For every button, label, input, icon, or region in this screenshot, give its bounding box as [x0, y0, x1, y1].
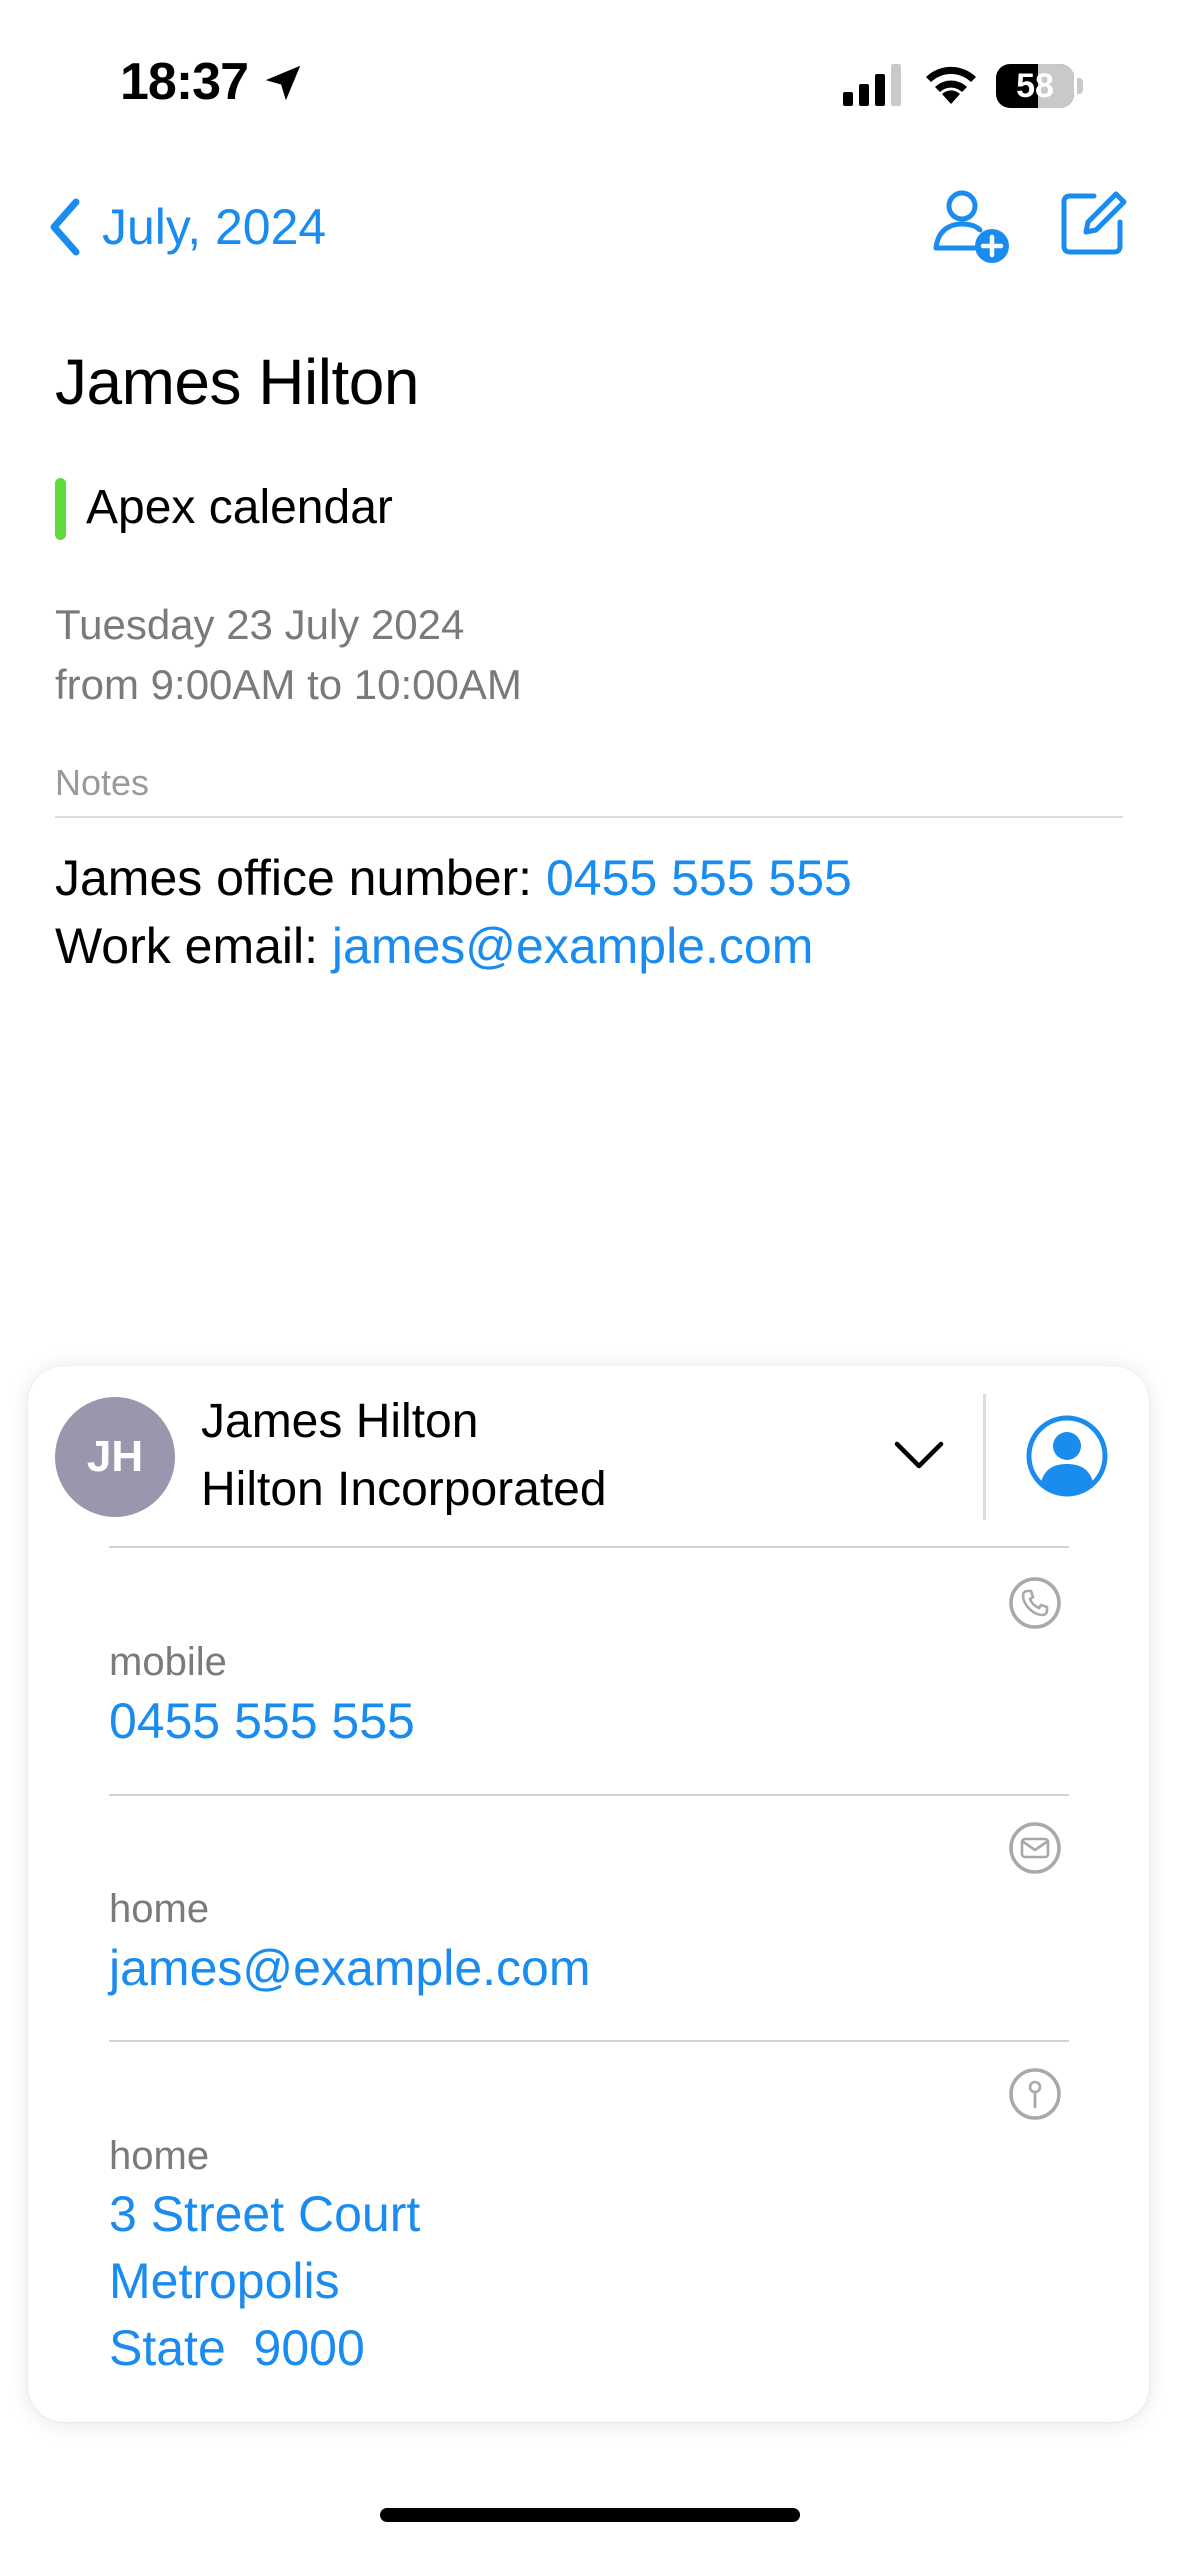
- contact-name[interactable]: James Hilton: [201, 1394, 478, 1449]
- calendar-color-indicator: [55, 478, 66, 540]
- home-indicator[interactable]: [380, 2508, 800, 2522]
- battery-icon: 58: [996, 64, 1074, 108]
- person-add-icon[interactable]: [930, 186, 1010, 266]
- notes-line-office: James office number: 0455 555 555: [55, 844, 852, 912]
- notes-heading: Notes: [55, 762, 150, 803]
- event-date: Tuesday 23 July 2024: [55, 601, 465, 648]
- event-time: from 9:00AM to 10:00AM: [55, 661, 522, 708]
- address-label: home: [109, 2134, 210, 2178]
- wifi-icon: [926, 66, 976, 104]
- battery-percent: 58: [1016, 67, 1054, 105]
- event-detail-screen: 18:37 58 July, 2024 James Hilton Apex ca…: [0, 0, 1179, 2556]
- phone-label: mobile: [109, 1640, 227, 1684]
- phone-icon[interactable]: [1008, 1576, 1062, 1630]
- avatar[interactable]: JH: [55, 1397, 175, 1517]
- email-label: home: [109, 1887, 210, 1931]
- email-value[interactable]: james@example.com: [109, 1935, 590, 2002]
- back-button[interactable]: July, 2024: [48, 190, 326, 264]
- field-divider: [109, 1794, 1069, 1796]
- field-divider: [109, 1546, 1069, 1548]
- chevron-down-icon[interactable]: [891, 1428, 947, 1484]
- field-divider: [109, 2040, 1069, 2042]
- status-time: 18:37: [120, 53, 249, 111]
- card-vertical-divider: [983, 1394, 986, 1520]
- notes-divider: [55, 816, 1123, 818]
- address-value[interactable]: 3 Street Court Metropolis State 9000: [109, 2181, 420, 2382]
- phone-value[interactable]: 0455 555 555: [109, 1688, 415, 1755]
- office-number-link[interactable]: 0455 555 555: [546, 850, 852, 906]
- cellular-signal-icon: [843, 64, 901, 106]
- event-title: James Hilton: [55, 346, 419, 418]
- address-line: Metropolis: [109, 2253, 340, 2309]
- address-line: 3 Street Court: [109, 2186, 421, 2242]
- status-bar: 18:37 58: [0, 0, 1179, 170]
- back-button-label: July, 2024: [102, 199, 327, 255]
- work-email-label: Work email:: [55, 918, 332, 974]
- address-line: State 9000: [109, 2320, 365, 2376]
- person-circle-icon[interactable]: [1025, 1414, 1109, 1498]
- map-pin-icon[interactable]: [1008, 2067, 1062, 2121]
- notes-body: James office number: 0455 555 555 Work e…: [55, 844, 852, 980]
- compose-icon[interactable]: [1058, 188, 1128, 258]
- calendar-name[interactable]: Apex calendar: [86, 480, 393, 535]
- office-number-label: James office number:: [55, 850, 546, 906]
- chevron-left-icon: [50, 198, 80, 256]
- contact-card: JH James Hilton Hilton Incorporated mobi…: [28, 1366, 1149, 2422]
- work-email-link[interactable]: james@example.com: [332, 918, 813, 974]
- mail-icon[interactable]: [1008, 1821, 1062, 1875]
- event-datetime: Tuesday 23 July 2024 from 9:00AM to 10:0…: [55, 595, 522, 715]
- contact-company: Hilton Incorporated: [201, 1463, 607, 1516]
- battery-tip: [1077, 78, 1083, 94]
- location-arrow-icon: [265, 65, 301, 101]
- notes-line-email: Work email: james@example.com: [55, 912, 852, 980]
